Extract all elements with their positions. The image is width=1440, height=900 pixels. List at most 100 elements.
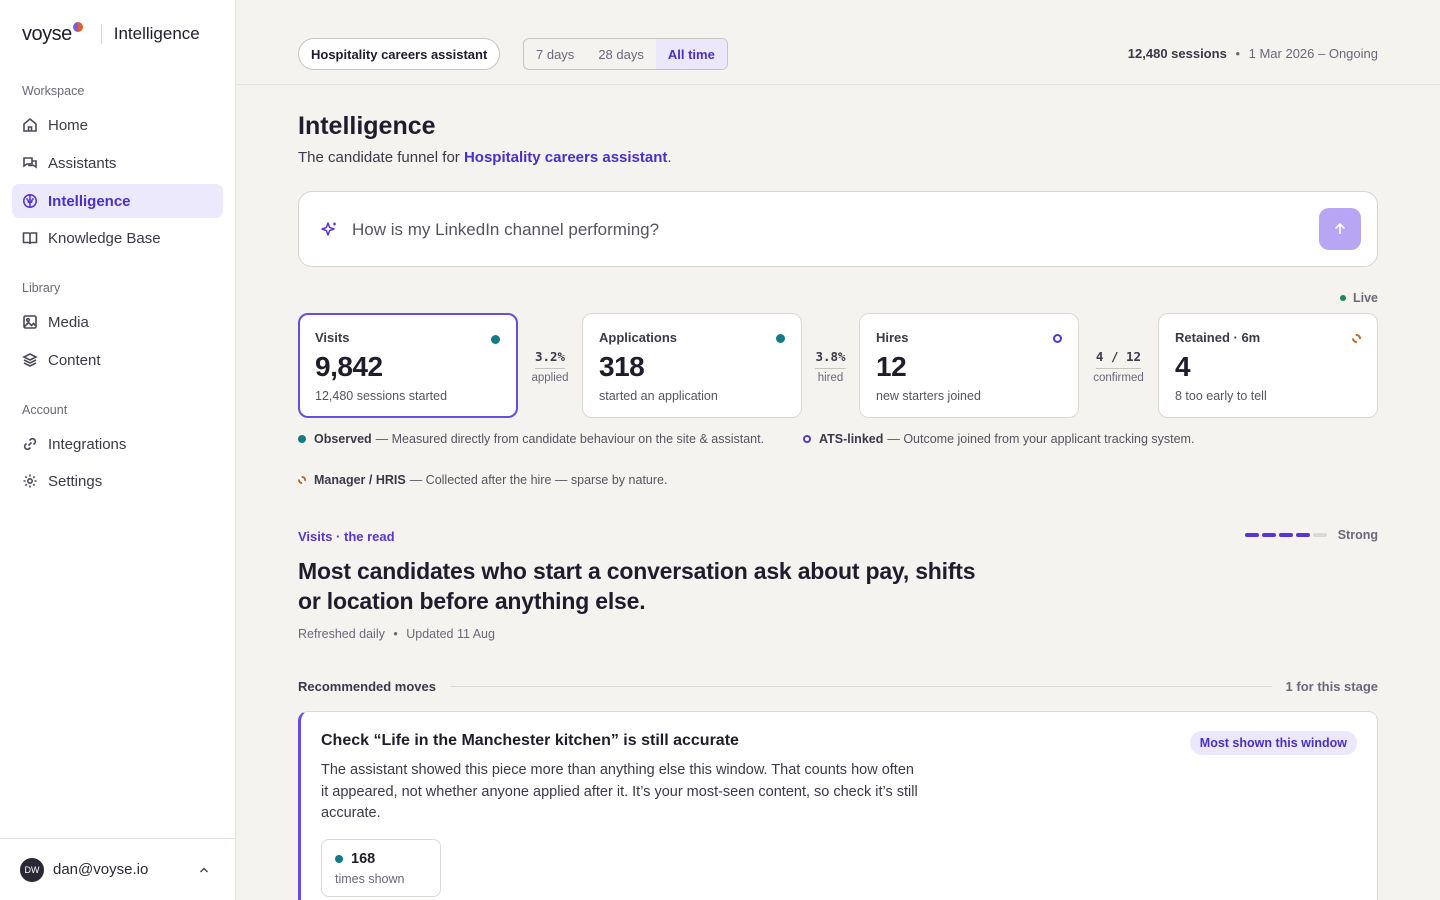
card-value: 318 — [599, 351, 645, 382]
recommended-header: Recommended moves 1 for this stage — [298, 679, 1378, 694]
sidebar-item-media[interactable]: Media — [12, 305, 223, 339]
user-menu[interactable]: DW dan@voyse.io — [0, 838, 235, 900]
legend-desc: — Measured directly from candidate behav… — [375, 432, 765, 446]
image-icon — [23, 315, 37, 329]
sidebar-item-label: Integrations — [48, 435, 127, 453]
brand-divider — [100, 24, 102, 44]
sidebar-item-integrations[interactable]: Integrations — [12, 427, 223, 461]
session-meta: 12,480 sessions • 1 Mar 2026 – Ongoing — [1128, 46, 1378, 61]
card-subtext: started an application — [599, 389, 718, 403]
subtitle-assistant-link[interactable]: Hospitality careers assistant — [464, 149, 667, 166]
updated-date: Updated 11 Aug — [406, 627, 495, 641]
send-button[interactable] — [1319, 208, 1361, 250]
insight-eyebrow: Visits · the read — [298, 529, 395, 544]
legend-desc: — Outcome joined from your applicant tra… — [887, 432, 1195, 446]
range-all-time[interactable]: All time — [655, 39, 727, 69]
chat-icon — [23, 157, 37, 169]
ask-input[interactable] — [352, 216, 1252, 244]
book-icon — [22, 232, 38, 245]
meta-separator: • — [393, 627, 398, 641]
range-28-days[interactable]: 28 days — [586, 39, 656, 69]
card-subtext: new starters joined — [876, 389, 981, 403]
funnel-connector: 4 / 12 confirmed — [1079, 349, 1158, 384]
brand[interactable]: voyse Intelligence — [22, 22, 200, 46]
sidebar-item-label: Intelligence — [48, 192, 131, 210]
session-count: 12,480 sessions — [1127, 46, 1227, 61]
layers-icon — [22, 353, 38, 367]
recommended-count: 1 for this stage — [1285, 679, 1378, 694]
conversion-rate: 3.2% — [534, 349, 566, 369]
strength-segment — [1244, 533, 1259, 537]
sidebar-item-label: Settings — [48, 472, 103, 490]
topbar: Hospitality careers assistant 7 days 28 … — [236, 0, 1440, 85]
sidebar-item-intelligence[interactable]: Intelligence — [12, 184, 223, 218]
range-7-days[interactable]: 7 days — [524, 39, 586, 69]
conversion-caption: hired — [817, 372, 844, 384]
card-value: 12 — [876, 351, 907, 382]
strength-segment — [1295, 533, 1310, 537]
legend-desc: — Collected after the hire — sparse by n… — [409, 473, 668, 487]
brand-product: Intelligence — [113, 24, 200, 43]
session-period: 1 Mar 2026 – Ongoing — [1248, 46, 1378, 61]
strength-segment — [1278, 533, 1293, 537]
legend-observed: Observed — Measured directly from candid… — [298, 432, 764, 446]
sidebar-item-settings[interactable]: Settings — [12, 464, 223, 498]
chevron-up-icon[interactable] — [199, 865, 209, 875]
funnel-card-visits[interactable]: Visits 9,842 12,480 sessions started — [298, 313, 518, 418]
sidebar-item-label: Home — [48, 116, 89, 134]
nav-section-workspace: Workspace — [22, 84, 85, 98]
legend-name: Manager / HRIS — [314, 473, 406, 487]
card-value: 4 — [1175, 351, 1191, 382]
observed-dot-icon — [335, 855, 343, 863]
conversion-caption: confirmed — [1093, 372, 1144, 384]
funnel-connector: 3.8% hired — [802, 349, 859, 384]
conversion-rate: 4 / 12 — [1095, 349, 1142, 369]
range-segmented-control: 7 days 28 days All time — [523, 38, 728, 70]
sidebar-item-knowledge-base[interactable]: Knowledge Base — [12, 221, 223, 255]
page-title: Intelligence — [298, 112, 436, 140]
insight-headline: Most candidates who start a conversation… — [298, 558, 976, 614]
live-label: Live — [1352, 291, 1378, 305]
legend-name: ATS-linked — [819, 432, 884, 446]
card-label: Visits — [315, 330, 350, 345]
funnel-card-hires[interactable]: Hires 12 new starters joined — [859, 313, 1079, 418]
insight-refresh-meta: Refreshed daily • Updated 11 Aug — [298, 627, 495, 641]
legend-name: Observed — [314, 432, 372, 446]
brain-icon — [23, 194, 37, 208]
strength-label: Strong — [1337, 528, 1378, 542]
divider — [450, 686, 1272, 687]
card-label: Applications — [599, 330, 678, 345]
card-value: 9,842 — [315, 351, 383, 382]
sidebar-item-label: Assistants — [48, 154, 117, 172]
card-subtext: 12,480 sessions started — [315, 389, 448, 403]
logo-mark-icon — [72, 22, 83, 32]
assistant-selector[interactable]: Hospitality careers assistant — [298, 38, 501, 70]
nav-section-account: Account — [22, 403, 68, 417]
home-icon — [23, 117, 37, 132]
live-indicator: Live — [1339, 291, 1378, 305]
sidebar-item-home[interactable]: Home — [12, 108, 223, 142]
sidebar-item-label: Content — [48, 351, 101, 369]
gear-icon — [23, 474, 37, 488]
ats-ring-icon — [1053, 334, 1062, 343]
funnel-card-applications[interactable]: Applications 318 started an application — [582, 313, 802, 418]
sidebar-item-content[interactable]: Content — [12, 343, 223, 377]
user-email: dan@voyse.io — [53, 861, 149, 878]
conversion-rate: 3.8% — [815, 349, 846, 369]
funnel-card-retained[interactable]: Retained · 6m 4 8 too early to tell — [1158, 313, 1378, 418]
avatar: DW — [20, 857, 44, 882]
sidebar-item-label: Knowledge Base — [48, 229, 161, 247]
sparkle-icon — [321, 222, 336, 236]
status-badge: Most shown this window — [1189, 731, 1357, 755]
recommendation-card[interactable]: Check “Life in the Manchester kitchen” i… — [298, 711, 1378, 900]
sidebar-item-assistants[interactable]: Assistants — [12, 146, 223, 180]
stat-label: times shown — [335, 872, 405, 886]
strength-segment — [1312, 533, 1327, 537]
recommendation-body: The assistant showed this piece more tha… — [321, 762, 918, 821]
strength-meter: Strong — [1244, 528, 1378, 542]
nav-section-library: Library — [22, 281, 61, 295]
hris-dashed-ring-icon — [298, 476, 306, 484]
stat-value-row: 168 — [335, 851, 427, 867]
card-subtext: 8 too early to tell — [1175, 389, 1267, 403]
live-dot-icon — [1339, 295, 1346, 301]
